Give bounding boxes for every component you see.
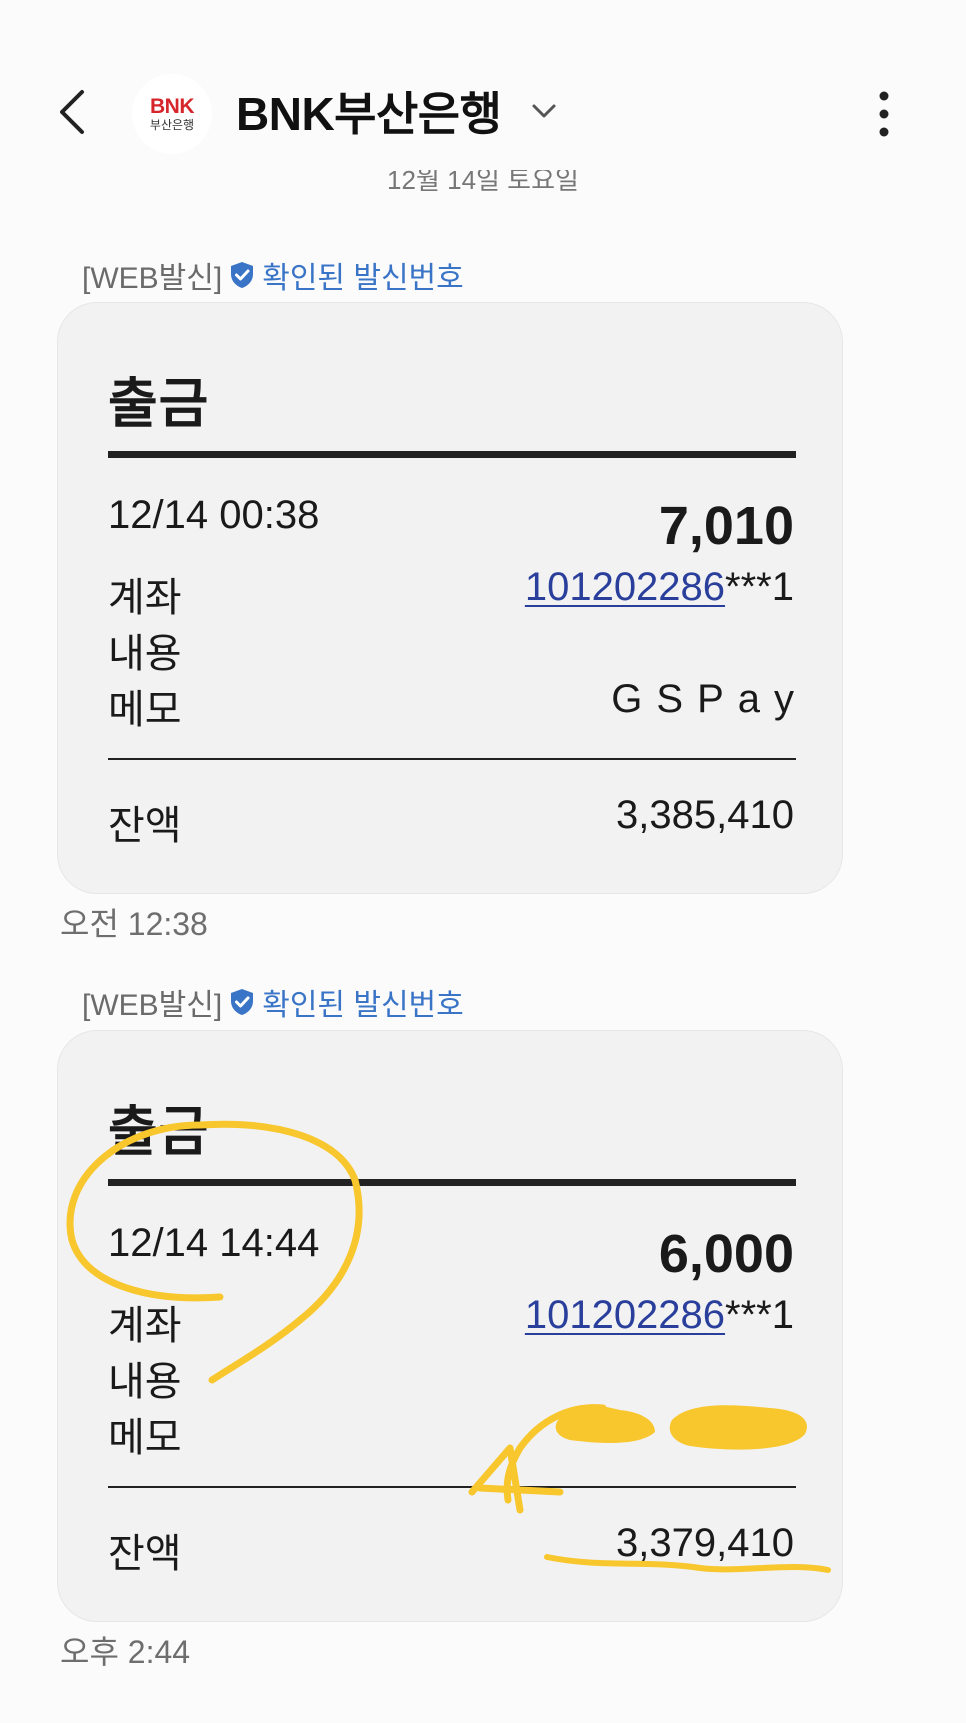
divider (108, 1486, 796, 1488)
more-vertical-icon (879, 91, 889, 137)
message-bubble[interactable]: 출금 12/14 14:44 6,000 계좌 101202286***1 내용… (57, 1030, 843, 1622)
divider (108, 451, 796, 458)
message-bubble[interactable]: 출금 12/14 00:38 7,010 계좌 101202286***1 내용… (57, 302, 843, 894)
message-timestamp: 오전 12:38 (60, 906, 208, 942)
more-options-button[interactable] (872, 88, 896, 140)
back-button[interactable] (52, 86, 100, 138)
transaction-datetime: 12/14 00:38 (108, 493, 320, 537)
account-label: 계좌 (108, 1304, 182, 1348)
sender-info: [WEB발신] 확인된 발신번호 (82, 982, 464, 1022)
date-separator: 12월 14일 토요일 (300, 170, 666, 198)
account-value: 101202286***1 (525, 565, 794, 610)
message-timestamp: 오후 2:44 (60, 1634, 191, 1670)
conversation-title[interactable]: BNK부산은행 (236, 84, 502, 144)
back-arrow-icon (60, 90, 84, 134)
account-number-link[interactable]: 101202286 (525, 1293, 725, 1337)
bank-logo-text: BNK (150, 94, 195, 118)
balance-label: 잔액 (108, 1532, 182, 1576)
account-suffix: ***1 (725, 565, 794, 609)
conversation-header: BNK 부산은행 BNK부산은행 (0, 0, 966, 190)
bank-avatar[interactable]: BNK 부산은행 (132, 74, 212, 154)
content-label: 내용 (108, 632, 182, 676)
memo-label: 메모 (108, 1416, 182, 1460)
transaction-type: 출금 (108, 374, 210, 434)
account-number-link[interactable]: 101202286 (525, 565, 725, 609)
account-label: 계좌 (108, 576, 182, 620)
title-dropdown-button[interactable] (530, 102, 558, 122)
balance-label: 잔액 (108, 804, 182, 848)
memo-label: 메모 (108, 688, 182, 732)
transaction-amount: 7,010 (658, 496, 794, 556)
verified-number-label: 확인된 발신번호 (262, 262, 464, 295)
divider (108, 758, 796, 760)
message-thread-screen: BNK 부산은행 BNK부산은행 12월 14일 토요일 [WEB발신] 확인된… (0, 0, 966, 1723)
account-value: 101202286***1 (525, 1293, 794, 1338)
date-separator-text: 12월 14일 토요일 (387, 170, 579, 195)
verified-shield-icon (231, 989, 254, 1015)
transaction-amount: 6,000 (658, 1224, 794, 1284)
divider (108, 1179, 796, 1186)
bank-logo-subtext: 부산은행 (149, 117, 195, 132)
balance-value: 3,385,410 (616, 793, 794, 837)
transaction-type: 출금 (108, 1102, 210, 1162)
transaction-datetime: 12/14 14:44 (108, 1221, 320, 1265)
sender-info: [WEB발신] 확인된 발신번호 (82, 255, 464, 295)
content-label: 내용 (108, 1360, 182, 1404)
web-send-tag: [WEB발신] (82, 989, 223, 1022)
account-suffix: ***1 (725, 1293, 794, 1337)
balance-value: 3,379,410 (616, 1521, 794, 1565)
verified-number-label: 확인된 발신번호 (262, 989, 464, 1022)
web-send-tag: [WEB발신] (82, 262, 223, 295)
memo-value: GSPay (611, 677, 808, 721)
chevron-down-icon (532, 104, 556, 118)
verified-shield-icon (231, 262, 254, 288)
